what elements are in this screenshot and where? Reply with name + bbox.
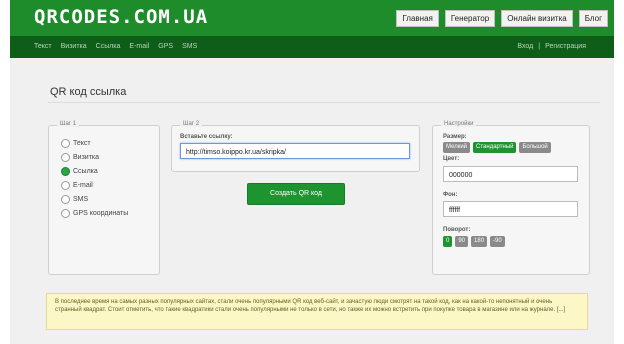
top-navigation: Главная Генератор Онлайн визитка Блог bbox=[396, 10, 608, 27]
option-label-link: Ссылка bbox=[73, 168, 98, 175]
size-small[interactable]: Мелкий bbox=[443, 142, 471, 153]
subnav-link[interactable]: Ссылка bbox=[96, 43, 121, 51]
option-label-email: E-mail bbox=[73, 182, 93, 189]
header-bar: QRCODES.COM.UA Главная Генератор Онлайн … bbox=[10, 0, 614, 36]
option-label-gps: GPS координаты bbox=[73, 210, 129, 217]
sub-navigation: Текст Визитка Ссылка E-mail GPS SMS bbox=[34, 43, 197, 51]
site-logo[interactable]: QRCODES.COM.UA bbox=[34, 6, 208, 28]
create-qr-button[interactable]: Создать QR код bbox=[247, 183, 345, 205]
rotate-minus-90[interactable]: -90 bbox=[490, 236, 505, 247]
size-large[interactable]: Большой bbox=[519, 142, 551, 153]
nav-home[interactable]: Главная bbox=[396, 10, 439, 27]
nav-blog[interactable]: Блог bbox=[578, 10, 608, 27]
rotation-label: Поворот: bbox=[443, 227, 471, 233]
rotation-selector: 0 90 180 -90 bbox=[443, 236, 505, 247]
step2-legend: Шаг 2 bbox=[180, 121, 203, 127]
nav-online-card[interactable]: Онлайн визитка bbox=[501, 10, 573, 27]
info-notice: В последнее время на самых разных популя… bbox=[46, 293, 588, 330]
url-label: Вставьте ссылку: bbox=[180, 134, 233, 140]
radio-vcard[interactable] bbox=[61, 153, 70, 162]
radio-text[interactable] bbox=[61, 139, 70, 148]
register-link[interactable]: Регистрация bbox=[545, 43, 586, 51]
step1-panel: Шаг 1 Текст Визитка Ссылка E-mail SMS GP… bbox=[48, 121, 160, 275]
settings-legend: Настройки bbox=[441, 121, 477, 127]
subnav-email[interactable]: E-mail bbox=[129, 43, 149, 51]
type-option-gps[interactable]: GPS координаты bbox=[61, 209, 128, 218]
step1-legend: Шаг 1 bbox=[57, 121, 80, 127]
background-label: Фон: bbox=[443, 192, 458, 198]
page: QRCODES.COM.UA Главная Генератор Онлайн … bbox=[0, 0, 624, 344]
color-input[interactable]: 000000 bbox=[443, 166, 578, 182]
option-label-sms: SMS bbox=[73, 196, 89, 203]
option-label-text: Текст bbox=[73, 140, 91, 147]
subnav-text[interactable]: Текст bbox=[34, 43, 52, 51]
radio-gps[interactable] bbox=[61, 209, 70, 218]
option-label-vcard: Визитка bbox=[73, 154, 100, 161]
login-link[interactable]: Вход bbox=[517, 43, 533, 51]
size-standard[interactable]: Стандартный bbox=[473, 142, 517, 153]
nav-generator[interactable]: Генератор bbox=[444, 10, 496, 27]
type-option-text[interactable]: Текст bbox=[61, 139, 91, 148]
sub-navigation-bar: Текст Визитка Ссылка E-mail GPS SMS Вход… bbox=[10, 36, 614, 58]
size-selector: Мелкий Стандартный Большой bbox=[443, 142, 551, 153]
title-divider bbox=[48, 102, 600, 103]
radio-sms[interactable] bbox=[61, 195, 70, 204]
color-label: Цвет: bbox=[443, 156, 460, 162]
page-title: QR код ссылка bbox=[50, 86, 127, 98]
subnav-vcard[interactable]: Визитка bbox=[61, 43, 87, 51]
type-option-email[interactable]: E-mail bbox=[61, 181, 93, 190]
size-label: Размер: bbox=[443, 134, 467, 140]
subnav-sms[interactable]: SMS bbox=[182, 43, 197, 51]
type-option-sms[interactable]: SMS bbox=[61, 195, 88, 204]
rotate-180[interactable]: 180 bbox=[471, 236, 488, 247]
rotate-90[interactable]: 90 bbox=[455, 236, 469, 247]
type-option-link[interactable]: Ссылка bbox=[61, 167, 98, 176]
auth-links: Вход | Регистрация bbox=[517, 43, 586, 51]
radio-email[interactable] bbox=[61, 181, 70, 190]
background-input[interactable]: ffffff bbox=[443, 201, 578, 217]
url-input[interactable]: http://timso.koippo.kr.ua/skripka/ bbox=[180, 143, 410, 159]
subnav-gps[interactable]: GPS bbox=[158, 43, 173, 51]
radio-link-selected[interactable] bbox=[61, 167, 70, 176]
type-option-vcard[interactable]: Визитка bbox=[61, 153, 99, 162]
rotate-0[interactable]: 0 bbox=[443, 236, 453, 247]
auth-separator: | bbox=[538, 43, 541, 50]
